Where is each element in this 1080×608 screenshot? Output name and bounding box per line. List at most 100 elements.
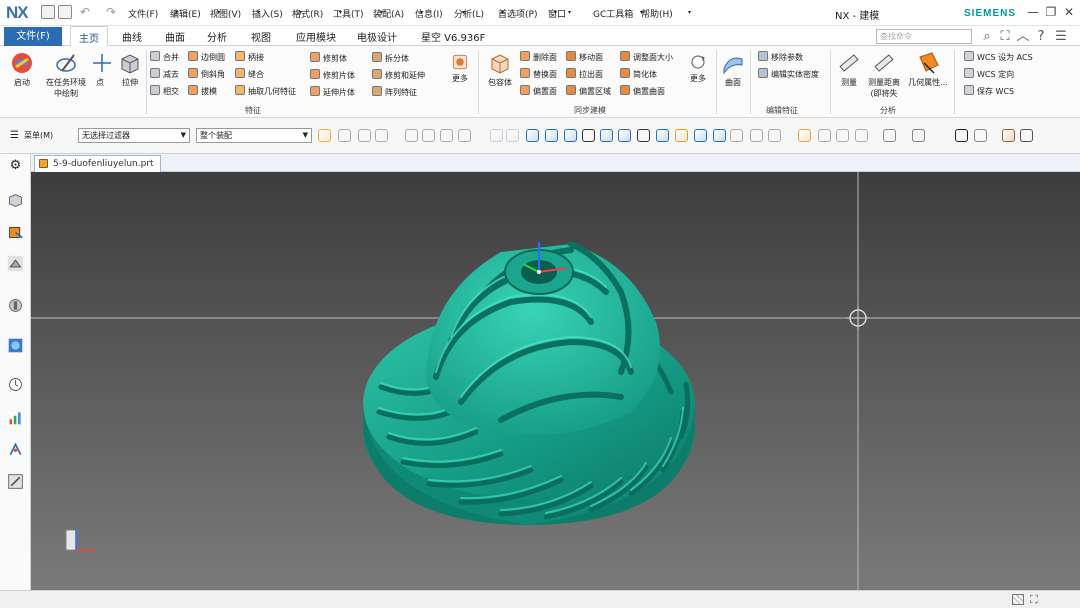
window-icon[interactable] bbox=[855, 129, 868, 142]
face-icon[interactable] bbox=[440, 129, 453, 142]
box-icon[interactable] bbox=[506, 129, 519, 142]
menu-button[interactable]: 菜单(M) bbox=[24, 130, 53, 141]
tab-6[interactable]: 电极设计 bbox=[357, 29, 397, 44]
ribbon-command-button[interactable]: 减去 bbox=[150, 68, 179, 81]
stack-icon[interactable] bbox=[912, 129, 925, 142]
feature-more-button[interactable]: 更多 bbox=[448, 53, 472, 84]
ribbon-command-button[interactable]: 移动面 bbox=[566, 51, 603, 64]
reuse-library-icon[interactable] bbox=[7, 297, 24, 314]
ribbon-command-button[interactable]: 替换面 bbox=[520, 68, 557, 81]
menu-item[interactable]: GC工具箱 bbox=[593, 7, 633, 20]
menu-item[interactable]: 插入(S) bbox=[252, 7, 283, 20]
pen-icon[interactable] bbox=[1020, 129, 1033, 142]
filter-icon[interactable] bbox=[358, 129, 371, 142]
bend-icon[interactable] bbox=[750, 129, 763, 142]
ribbon-command-button[interactable]: 偏置面 bbox=[520, 85, 557, 98]
ribbon-options-icon[interactable]: ☰ bbox=[1052, 28, 1070, 46]
chamfer-icon[interactable] bbox=[730, 129, 743, 142]
constraint-navigator-icon[interactable] bbox=[7, 224, 24, 241]
ribbon-command-button[interactable]: 编辑实体密度 bbox=[758, 68, 819, 81]
help-icon[interactable]: ? bbox=[1032, 28, 1050, 46]
ribbon-command-button[interactable]: 修剪体 bbox=[310, 52, 347, 65]
ribbon-command-button[interactable]: 偏置曲面 bbox=[620, 85, 665, 98]
search-icon[interactable]: ⌕ bbox=[978, 28, 996, 46]
graphics-window[interactable] bbox=[31, 172, 1080, 590]
intersect-icon[interactable] bbox=[422, 129, 435, 142]
command-search-input[interactable]: 查找命令 bbox=[876, 29, 972, 44]
ribbon-command-button[interactable]: WCS 设为 ACS bbox=[964, 51, 1033, 64]
selection-filter-select[interactable]: 无选择过滤器 ▼ bbox=[78, 128, 190, 143]
ribbon-command-button[interactable]: 修剪和延伸 bbox=[372, 69, 425, 82]
redo-icon[interactable]: ↷ bbox=[106, 5, 116, 19]
menu-item[interactable]: 首选项(P) bbox=[498, 7, 537, 20]
ribbon-command-button[interactable]: 合并 bbox=[150, 51, 179, 64]
line-icon[interactable] bbox=[564, 129, 577, 142]
fullscreen-icon[interactable]: ⛶ bbox=[996, 28, 1014, 46]
arrow-up-icon[interactable] bbox=[637, 129, 650, 142]
restore-icon[interactable]: ❐ bbox=[1042, 4, 1060, 21]
tab-4[interactable]: 视图 bbox=[251, 29, 271, 44]
tab-7[interactable]: 星空 V6.936F bbox=[421, 29, 485, 44]
measure-distance-button[interactable]: 测量距离(即将失 bbox=[864, 51, 904, 99]
assembly-navigator-icon[interactable] bbox=[7, 192, 24, 209]
tab-0[interactable]: 主页 bbox=[70, 26, 108, 47]
ribbon-command-button[interactable]: WCS 定向 bbox=[964, 68, 1014, 81]
select-icon[interactable] bbox=[318, 129, 331, 142]
measure-button[interactable]: 测量 bbox=[836, 51, 862, 88]
ribbon-command-button[interactable]: 拉出面 bbox=[566, 68, 603, 81]
chain-icon[interactable] bbox=[405, 129, 418, 142]
ribbon-command-button[interactable]: 延伸片体 bbox=[310, 86, 355, 99]
geometry-properties-button[interactable]: 几何属性... bbox=[906, 51, 950, 88]
close-icon[interactable]: ✕ bbox=[1060, 4, 1078, 21]
menu-item[interactable]: 装配(A) bbox=[373, 7, 404, 20]
window-icon[interactable] bbox=[836, 129, 849, 142]
circle-icon[interactable] bbox=[675, 129, 688, 142]
tab-3[interactable]: 分析 bbox=[207, 29, 227, 44]
web-browser-icon[interactable] bbox=[7, 337, 24, 354]
ribbon-command-button[interactable]: 删除面 bbox=[520, 51, 557, 64]
ribbon-command-button[interactable]: 缝合 bbox=[235, 68, 264, 81]
menu-item[interactable]: 工具(T) bbox=[333, 7, 364, 20]
ribbon-command-button[interactable]: 简化体 bbox=[620, 68, 657, 81]
new-file-icon[interactable] bbox=[41, 5, 55, 19]
menu-item[interactable]: 文件(F) bbox=[128, 7, 158, 20]
sketch-start-button[interactable]: 启动 bbox=[6, 51, 38, 88]
ribbon-command-button[interactable]: 拆分体 bbox=[372, 52, 409, 65]
ribbon-command-button[interactable]: 移除参数 bbox=[758, 51, 803, 64]
menu-item[interactable]: 视图(V) bbox=[210, 7, 241, 20]
undo-icon[interactable]: ↶ bbox=[80, 5, 90, 19]
window-icon[interactable] bbox=[818, 129, 831, 142]
ribbon-command-button[interactable]: 调整面大小 bbox=[620, 51, 673, 64]
brush-icon[interactable] bbox=[1002, 129, 1015, 142]
collapse-ribbon-icon[interactable]: ︿ bbox=[1014, 28, 1032, 46]
surface-button[interactable]: 曲面 bbox=[720, 51, 746, 88]
tab-2[interactable]: 曲面 bbox=[165, 29, 185, 44]
menu-item[interactable]: 编辑(E) bbox=[170, 7, 201, 20]
curve-icon[interactable] bbox=[582, 129, 595, 142]
package-body-button[interactable]: 包容体 bbox=[484, 51, 516, 88]
solid-icon[interactable] bbox=[490, 129, 503, 142]
shape-icon[interactable] bbox=[883, 129, 896, 142]
ribbon-command-button[interactable]: 偏置区域 bbox=[566, 85, 611, 98]
menu-icon[interactable]: ☰ bbox=[10, 130, 19, 141]
ribbon-command-button[interactable]: 修剪片体 bbox=[310, 69, 355, 82]
ribbon-command-button[interactable]: 保存 WCS bbox=[964, 85, 1014, 98]
point-icon[interactable] bbox=[458, 129, 471, 142]
view-select-icon[interactable] bbox=[375, 129, 388, 142]
target-icon[interactable] bbox=[526, 129, 539, 142]
menu-item[interactable]: 窗口 bbox=[548, 7, 566, 20]
file-tab[interactable]: 文件(F) bbox=[4, 27, 62, 46]
point-button[interactable]: 点 bbox=[90, 51, 111, 88]
sync-more-button[interactable]: 更多 bbox=[686, 53, 710, 84]
ribbon-command-button[interactable]: 阵列特征 bbox=[372, 86, 417, 99]
tilt-icon[interactable] bbox=[974, 129, 987, 142]
document-tab[interactable]: 5-9-duofenliuyelun.prt bbox=[34, 155, 161, 172]
tab-5[interactable]: 应用模块 bbox=[296, 29, 336, 44]
selection-scope-select[interactable]: 整个装配 ▼ bbox=[196, 128, 312, 143]
visual-report-icon[interactable] bbox=[7, 409, 24, 426]
line-icon[interactable] bbox=[713, 129, 726, 142]
ribbon-command-button[interactable]: 抽取几何特征 bbox=[235, 85, 296, 98]
line-icon[interactable] bbox=[545, 129, 558, 142]
open-file-icon[interactable] bbox=[58, 5, 72, 19]
ribbon-command-button[interactable]: 柄接 bbox=[235, 51, 264, 64]
